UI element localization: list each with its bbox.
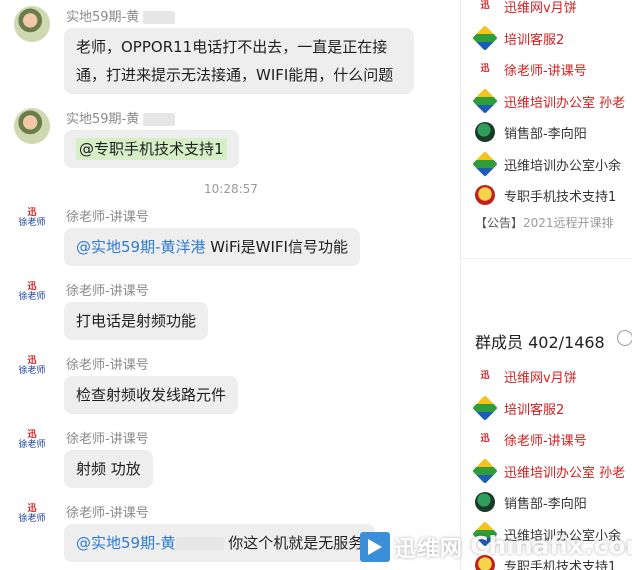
diamond-icon xyxy=(472,394,498,421)
member-name: 徐老师-讲课号 xyxy=(504,434,587,449)
calligraphy-avatar[interactable]: 迅徐老师 xyxy=(14,354,50,390)
redacted-name-blur xyxy=(175,537,224,550)
sender-name[interactable]: 实地59期-黄 xyxy=(66,112,139,127)
round-avatar-icon xyxy=(475,122,495,142)
message-text: 检查射频收发线路元件 xyxy=(76,386,227,404)
member-name: 迅维网v月饼 xyxy=(504,1,577,16)
mention-tag[interactable]: @实地59期-黄 xyxy=(76,534,176,552)
diamond-icon xyxy=(472,457,498,484)
member-name: 培训客服2 xyxy=(504,402,565,418)
member-name: 培训客服2 xyxy=(504,32,565,48)
sender-name[interactable]: 徐老师-讲课号 xyxy=(66,206,149,225)
sender-name[interactable]: 徐老师-讲课号 xyxy=(66,428,149,447)
message-bubble[interactable]: 检查射频收发线路元件 xyxy=(64,376,239,414)
site-watermark: 迅维网 Chinafix.com xyxy=(358,526,632,570)
calligraphy-avatar[interactable]: 迅徐老师 xyxy=(14,428,50,464)
chat-message: 迅徐老师 徐老师-讲课号 检查射频收发线路元件 xyxy=(14,354,454,418)
panel-divider xyxy=(461,258,632,259)
member-row[interactable]: 培训客服2 xyxy=(472,22,632,54)
member-row[interactable]: 专职手机技术支持1 xyxy=(475,179,632,211)
watermark-site: Chinafix.com xyxy=(470,531,632,560)
mention-tag[interactable]: @专职手机技术支持1 xyxy=(76,138,227,160)
member-row[interactable]: 销售部-李向阳 xyxy=(475,116,632,148)
member-name: 徐老师-讲课号 xyxy=(504,64,587,79)
sender-name[interactable]: 徐老师-讲课号 xyxy=(66,502,149,521)
red-badge-icon: 迅 xyxy=(475,429,495,449)
message-bubble[interactable]: @专职手机技术支持1 xyxy=(64,130,239,168)
chat-message: 迅徐老师 徐老师-讲课号 射频 功放 xyxy=(14,428,454,492)
message-text: 老师，OPPOR11电话打不出去，一直是正在接 xyxy=(76,38,388,56)
photo-avatar[interactable] xyxy=(14,6,50,42)
diamond-icon xyxy=(472,24,498,51)
sender-name[interactable]: 实地59期-黄 xyxy=(66,10,139,25)
member-count: 群成员 402/1468 xyxy=(475,333,605,352)
member-name: 迅维培训办公室 孙老 xyxy=(504,465,626,481)
diamond-icon xyxy=(472,150,498,177)
calligraphy-avatar[interactable]: 迅徐老师 xyxy=(14,502,50,538)
sender-name[interactable]: 徐老师-讲课号 xyxy=(66,354,149,373)
member-row[interactable]: 迅徐老师-讲课号 xyxy=(475,423,632,455)
red-badge-icon: 迅 xyxy=(475,59,495,79)
mascot-icon xyxy=(475,185,495,205)
message-bubble[interactable]: 打电话是射频功能 xyxy=(64,302,209,340)
chat-message: 迅徐老师 徐老师-讲课号 打电话是射频功能 xyxy=(14,280,454,344)
message-bubble[interactable]: 老师，OPPOR11电话打不出去，一直是正在接 通，打进来提示无法接通，WIFI… xyxy=(64,28,414,94)
member-row[interactable]: 迅维培训办公室 孙老 xyxy=(472,455,632,487)
red-badge-icon: 迅 xyxy=(475,366,495,386)
search-members-icon[interactable] xyxy=(617,330,632,346)
sender-name[interactable]: 徐老师-讲课号 xyxy=(66,280,149,299)
photo-avatar[interactable] xyxy=(14,108,50,144)
member-name: 销售部-李向阳 xyxy=(504,127,587,142)
member-row[interactable]: 迅维培训办公室 孙老 xyxy=(472,85,632,117)
group-side-panel: 迅迅维网v月饼 培训客服2 迅徐老师-讲课号 迅维培训办公室 孙老 销售部-李向阳 迅维培… xyxy=(460,0,632,570)
message-timestamp: 10:28:57 xyxy=(204,182,258,196)
member-row[interactable]: 迅迅维网v月饼 xyxy=(475,0,632,22)
play-logo-icon xyxy=(360,532,390,562)
calligraphy-avatar[interactable]: 迅徐老师 xyxy=(14,280,50,316)
chat-message-list[interactable]: 实地59期-黄 老师，OPPOR11电话打不出去，一直是正在接 通，打进来提示无… xyxy=(0,0,460,570)
chat-message: 实地59期-黄 @专职手机技术支持1 xyxy=(14,108,454,172)
mention-tag[interactable]: @实地59期-黄洋港 xyxy=(76,238,206,256)
member-name: 迅维培训办公室小余 xyxy=(504,158,622,174)
chat-message: 迅徐老师 徐老师-讲课号 @实地59期-黄洋港 WiFi是WIFI信号功能 xyxy=(14,206,454,270)
message-text: 通，打进来提示无法接通，WIFI能用，什么问题 xyxy=(76,66,394,84)
message-text: 打电话是射频功能 xyxy=(76,312,197,330)
calligraphy-avatar[interactable]: 迅徐老师 xyxy=(14,206,50,242)
member-name: 专职手机技术支持1 xyxy=(504,190,617,205)
round-avatar-icon xyxy=(475,492,495,512)
member-name: 迅维网v月饼 xyxy=(504,371,577,386)
diamond-icon xyxy=(472,87,498,114)
message-bubble[interactable]: 射频 功放 xyxy=(64,450,153,488)
redacted-name-blur xyxy=(143,113,176,126)
top-member-list[interactable]: 迅迅维网v月饼 培训客服2 迅徐老师-讲课号 迅维培训办公室 孙老 销售部-李向阳 迅维培… xyxy=(472,0,632,211)
chat-message: 实地59期-黄 老师，OPPOR11电话打不出去，一直是正在接 通，打进来提示无… xyxy=(14,6,454,96)
message-text: 你这个机就是无服务 xyxy=(223,534,364,552)
watermark-brand: 迅维网 xyxy=(394,537,464,562)
red-badge-icon: 迅 xyxy=(475,0,495,16)
member-name: 销售部-李向阳 xyxy=(504,497,587,512)
message-text: WiFi是WIFI信号功能 xyxy=(205,238,348,256)
message-bubble[interactable]: @实地59期-黄 你这个机就是无服务 xyxy=(64,524,376,562)
member-row[interactable]: 销售部-李向阳 xyxy=(475,486,632,518)
member-row[interactable]: 迅维培训办公室小余 xyxy=(472,148,632,180)
message-bubble[interactable]: @实地59期-黄洋港 WiFi是WIFI信号功能 xyxy=(64,228,360,266)
redacted-name-blur xyxy=(143,11,176,24)
message-text: 射频 功放 xyxy=(76,460,141,478)
member-name: 迅维培训办公室 孙老 xyxy=(504,95,626,111)
member-row[interactable]: 迅徐老师-讲课号 xyxy=(475,53,632,85)
group-notice[interactable]: 【公告】2021远程开课排 xyxy=(475,214,614,231)
member-row[interactable]: 培训客服2 xyxy=(472,392,632,424)
member-row[interactable]: 迅迅维网v月饼 xyxy=(475,360,632,392)
